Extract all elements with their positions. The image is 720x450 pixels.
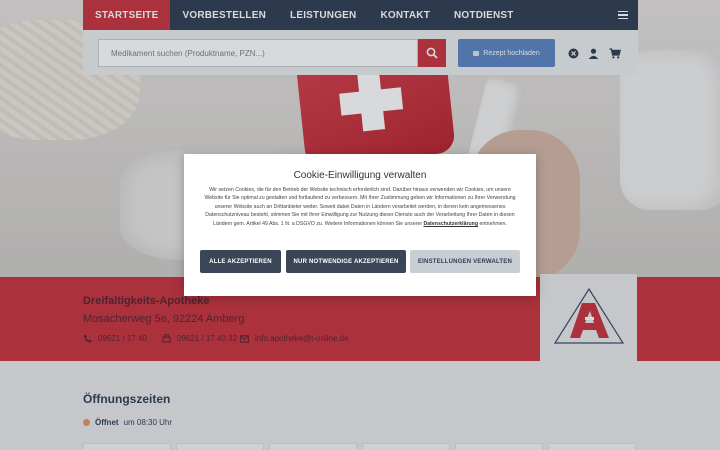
accept-all-button[interactable]: ALLE AKZEPTIEREN: [200, 250, 281, 273]
cookie-text-end: entnehmen.: [479, 220, 507, 227]
manage-settings-button[interactable]: EINSTELLUNGEN VERWALTEN: [410, 250, 520, 273]
accept-necessary-button[interactable]: NUR NOTWENDIGE AKZEPTIEREN: [286, 250, 406, 273]
cookie-dialog-text: Wir setzen Cookies, die für den Betrieb …: [200, 186, 520, 228]
cookie-dialog-title: Cookie-Einwilligung verwalten: [293, 170, 427, 181]
cookie-consent-dialog: Cookie-Einwilligung verwalten Wir setzen…: [184, 154, 536, 296]
privacy-policy-link[interactable]: Datenschutzerklärung: [424, 221, 478, 227]
